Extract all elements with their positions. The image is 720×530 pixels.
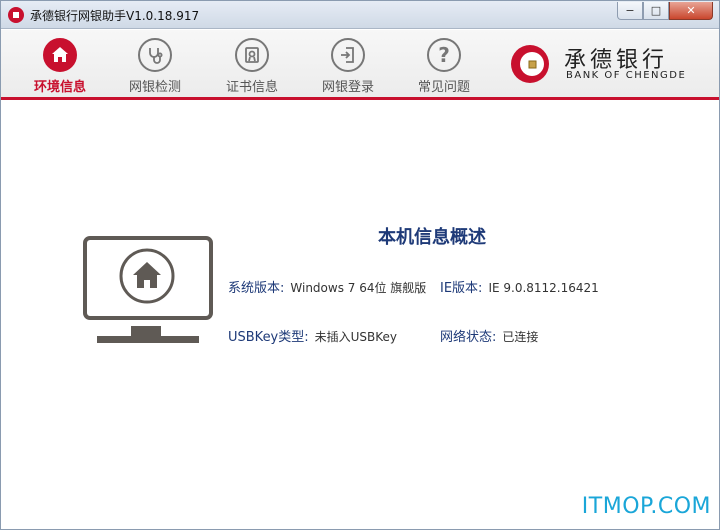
tab-label: 常见问题 [417, 80, 470, 95]
tab-online-banking-check[interactable]: 网银检测 [115, 38, 195, 98]
tab-label: 网银检测 [128, 80, 181, 95]
window-title: 承德银行网银助手V1.0.18.917 [30, 9, 200, 23]
overview-title: 本机信息概述 [378, 227, 486, 248]
stethoscope-icon [138, 38, 172, 72]
bank-name-en: BANK OF CHENGDE [566, 70, 687, 81]
home-icon [43, 38, 77, 72]
main-toolbar: 环境信息 网银检测 证书信息 网银登录 ? 常见问题 承德银行 BANK OF … [1, 30, 719, 100]
ie-version-value: IE 9.0.8112.16421 [488, 281, 599, 295]
tab-online-banking-login[interactable]: 网银登录 [308, 38, 388, 98]
tab-certificate-info[interactable]: 证书信息 [212, 38, 292, 98]
ie-version-row: IE版本: IE 9.0.8112.16421 [440, 277, 599, 296]
tab-label: 证书信息 [225, 80, 278, 95]
content-area: 本机信息概述 系统版本: Windows 7 64位 旗舰版 IE版本: IE 9.… [1, 103, 719, 529]
system-version-row: 系统版本: Windows 7 64位 旗舰版 [228, 277, 426, 296]
maximize-button[interactable]: □ [643, 2, 669, 20]
usbkey-value: 未插入USBKey [314, 330, 398, 344]
app-window: 承德银行网银助手V1.0.18.917 − □ ✕ 环境信息 网银检测 证书信息… [0, 0, 720, 530]
tab-faq[interactable]: ? 常见问题 [404, 38, 484, 98]
tab-label: 环境信息 [33, 80, 86, 95]
usbkey-row: USBKey类型: 未插入USBKey [228, 326, 397, 345]
bank-logo-icon [511, 45, 549, 83]
window-controls: − □ ✕ [617, 2, 713, 20]
system-version-label: 系统版本: [228, 281, 285, 296]
tab-label: 网银登录 [321, 80, 374, 95]
bank-logo: 承德银行 BANK OF CHENGDE [506, 40, 716, 90]
title-bar[interactable]: 承德银行网银助手V1.0.18.917 − □ ✕ [1, 1, 719, 29]
usbkey-label: USBKey类型: [228, 330, 309, 345]
login-icon [331, 38, 365, 72]
watermark: ITMOP.COM [581, 494, 711, 519]
question-icon: ? [427, 38, 461, 72]
ie-version-label: IE版本: [440, 281, 483, 296]
network-status-value: 已连接 [502, 330, 539, 344]
system-version-value: Windows 7 64位 旗舰版 [290, 281, 427, 295]
computer-monitor-icon [83, 236, 213, 343]
minimize-button[interactable]: − [617, 2, 643, 20]
network-status-row: 网络状态: 已连接 [440, 326, 538, 345]
app-logo-icon [8, 7, 24, 23]
close-button[interactable]: ✕ [669, 2, 713, 20]
tab-environment-info[interactable]: 环境信息 [20, 38, 100, 98]
network-status-label: 网络状态: [440, 330, 497, 345]
certificate-icon [235, 38, 269, 72]
